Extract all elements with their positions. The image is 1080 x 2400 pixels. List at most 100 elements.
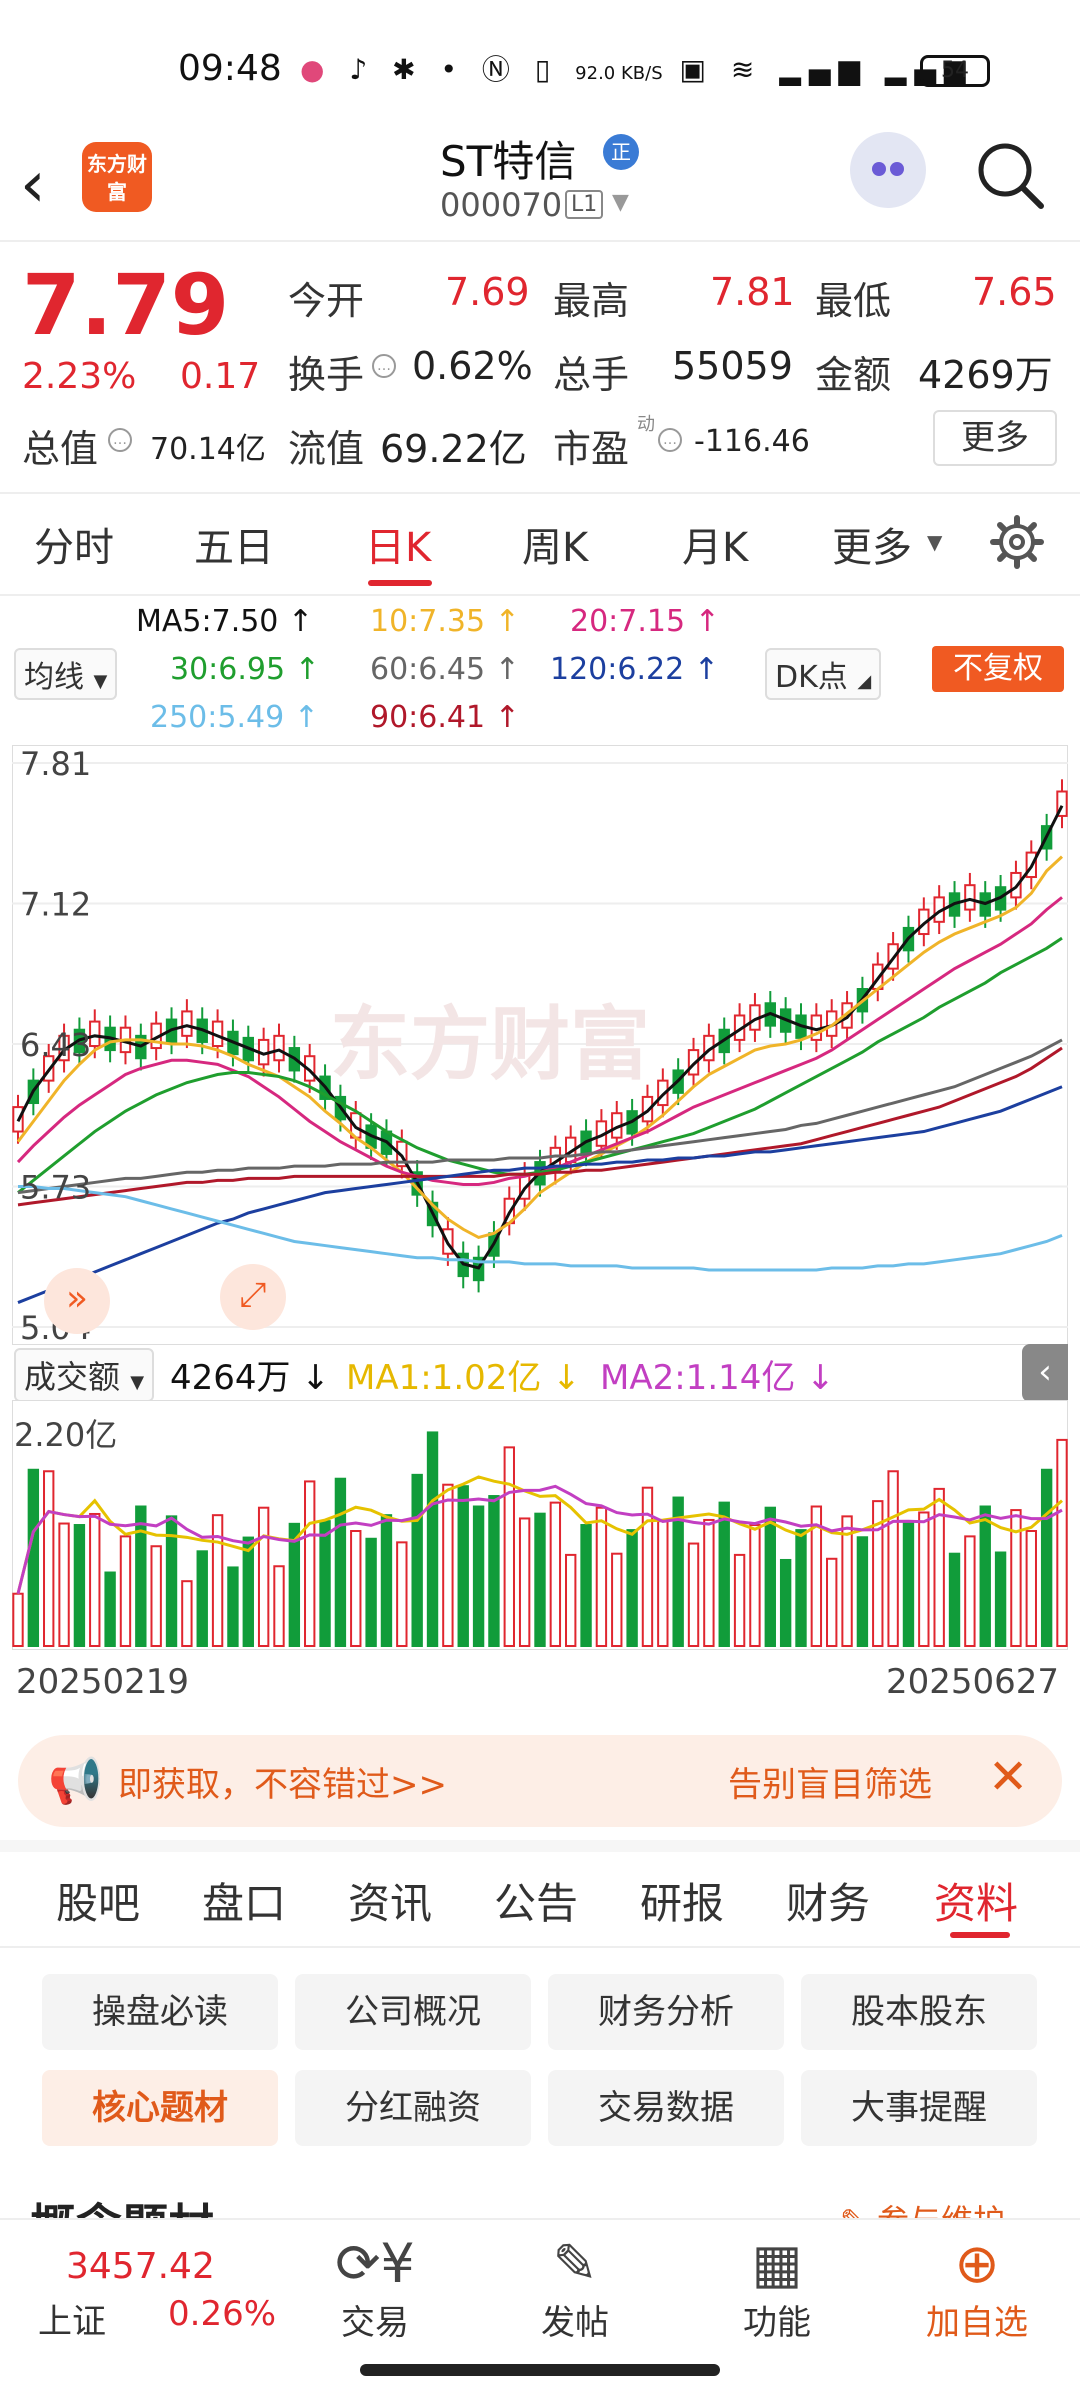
volume-bar	[104, 1571, 116, 1648]
post-icon: ✎	[552, 2232, 598, 2295]
tab-weekly-k[interactable]: 周K	[522, 515, 588, 573]
ma90-label: 90:6.41 ↑	[370, 700, 520, 735]
tab-monthly-k[interactable]: 月K	[682, 515, 748, 573]
apps-icon: ▦	[751, 2232, 803, 2295]
stock-code[interactable]: 000070	[440, 186, 562, 224]
scroll-left-icon[interactable]: »	[44, 1268, 110, 1334]
y-tick-label: 7.81	[20, 745, 91, 783]
tab-news[interactable]: 资讯	[348, 1870, 432, 1931]
grid-trading-data[interactable]: 交易数据	[548, 2070, 784, 2146]
tab-five-day[interactable]: 五日	[194, 515, 274, 573]
grid-financial-analysis[interactable]: 财务分析	[548, 1974, 784, 2050]
index-name[interactable]: 上证	[38, 2294, 106, 2343]
volume-bar	[641, 1486, 654, 1647]
active-tab-indicator	[950, 1932, 1010, 1938]
volume-bar	[611, 1552, 623, 1647]
close-icon[interactable]: ✕	[988, 1749, 1028, 1805]
volume-bar	[319, 1520, 331, 1647]
info-icon[interactable]: …	[372, 354, 396, 378]
stock-badge: 正	[603, 134, 639, 170]
grid-dividends[interactable]: 分红融资	[295, 2070, 531, 2146]
volume-bar	[549, 1501, 562, 1647]
volume-chart[interactable]	[12, 1400, 1068, 1650]
candle	[181, 1010, 193, 1037]
app-logo[interactable]: 东方财富	[82, 142, 152, 212]
index-pct[interactable]: 0.26%	[168, 2294, 276, 2334]
amount-label: 金额	[815, 353, 892, 397]
home-indicator[interactable]	[360, 2364, 720, 2376]
grid-company-overview[interactable]: 公司概况	[295, 1974, 531, 2050]
index-value[interactable]: 3457.42	[66, 2246, 215, 2287]
grid-core-themes[interactable]: 核心题材	[42, 2070, 278, 2146]
candle	[89, 1020, 101, 1048]
x-end-date: 20250627	[886, 1662, 1060, 1702]
ma120-label: 120:6.22 ↑	[550, 652, 719, 687]
chevron-down-icon[interactable]: ▼	[612, 190, 629, 215]
promo-banner[interactable]: 📢 即获取，不容错过>> 告别盲目筛选 ✕	[18, 1735, 1062, 1827]
volume-bar	[12, 1592, 24, 1648]
grid-event-reminders[interactable]: 大事提醒	[801, 2070, 1037, 2146]
open-value: 7.69	[445, 270, 530, 314]
volume-bar	[73, 1524, 86, 1647]
volume-bar	[211, 1514, 224, 1647]
volume-bar	[626, 1529, 638, 1647]
add-favorite-button[interactable]: ⊕ 加自选	[922, 2232, 1032, 2344]
volume-bar	[918, 1511, 930, 1648]
apps-button[interactable]: ▦ 功能	[722, 2232, 832, 2344]
nfc-icon: Ⓝ	[481, 53, 518, 86]
tab-research[interactable]: 研报	[640, 1870, 724, 1931]
post-button[interactable]: ✎ 发帖	[520, 2232, 630, 2344]
divider	[0, 594, 1080, 596]
ma-select[interactable]: 均线 ▼	[14, 648, 118, 700]
price-change: 0.17	[180, 356, 261, 397]
tab-more[interactable]: 更多	[832, 515, 912, 573]
trade-button[interactable]: ⟳¥ 交易	[320, 2232, 430, 2344]
volume-ma2: MA2:1.14亿 ↓	[600, 1358, 835, 1398]
trade-label: 交易	[341, 2303, 409, 2343]
y-tick-label: 7.12	[20, 885, 91, 923]
no-adjust-button[interactable]: 不复权	[932, 646, 1064, 692]
search-icon[interactable]	[975, 140, 1047, 212]
banner-left-text[interactable]: 即获取，不容错过>>	[118, 1757, 447, 1806]
dk-point-select[interactable]: DK点 ◢	[765, 648, 882, 700]
back-icon[interactable]: ‹	[20, 140, 46, 230]
pe-dynamic-mark: 动	[637, 414, 655, 435]
volume-bar	[534, 1512, 546, 1647]
banner-right-text[interactable]: 告别盲目筛选	[728, 1757, 932, 1806]
apps-label: 功能	[743, 2303, 811, 2343]
high-value: 7.81	[710, 270, 795, 314]
volume-bar	[1056, 1438, 1068, 1647]
volume-bar	[518, 1517, 531, 1647]
volume-bar	[933, 1487, 945, 1647]
info-icon[interactable]: …	[658, 428, 682, 452]
grid-shareholders[interactable]: 股本股东	[801, 1974, 1037, 2050]
chevron-down-icon: ▼	[130, 1372, 145, 1393]
tab-announcements[interactable]: 公告	[494, 1870, 578, 1931]
volume-bar	[488, 1495, 500, 1648]
volume-ma1: MA1:1.02亿 ↓	[346, 1358, 581, 1398]
volume-indicator-select[interactable]: 成交额 ▼	[14, 1348, 155, 1402]
settings-gear-icon[interactable]	[990, 515, 1044, 569]
collapse-panel-icon[interactable]: ‹	[1022, 1344, 1068, 1402]
more-button[interactable]: 更多	[933, 410, 1057, 466]
ma60-label: 60:6.45 ↑	[370, 652, 520, 687]
fullscreen-icon[interactable]: ⤢	[220, 1264, 286, 1330]
ma-select-label: 均线	[24, 660, 84, 695]
tab-forum[interactable]: 股吧	[56, 1870, 140, 1931]
tab-finance[interactable]: 财务	[786, 1870, 870, 1931]
divider	[0, 240, 1080, 242]
level-badge[interactable]: L1	[565, 190, 604, 219]
info-icon[interactable]: …	[108, 428, 132, 452]
dot-icon: •	[440, 53, 466, 86]
chevron-down-icon[interactable]: ▼	[927, 530, 942, 554]
volume-bar	[135, 1505, 147, 1647]
tab-daily-k[interactable]: 日K	[365, 515, 431, 573]
grid-must-read[interactable]: 操盘必读	[42, 1974, 278, 2050]
candle	[273, 1034, 285, 1062]
tab-order-book[interactable]: 盘口	[202, 1870, 286, 1931]
tab-intraday[interactable]: 分时	[34, 515, 114, 573]
volume-bar	[779, 1558, 792, 1647]
volume-bar	[257, 1506, 270, 1648]
tab-profile[interactable]: 资料	[934, 1870, 1018, 1931]
assistant-robot-icon[interactable]	[850, 132, 926, 208]
